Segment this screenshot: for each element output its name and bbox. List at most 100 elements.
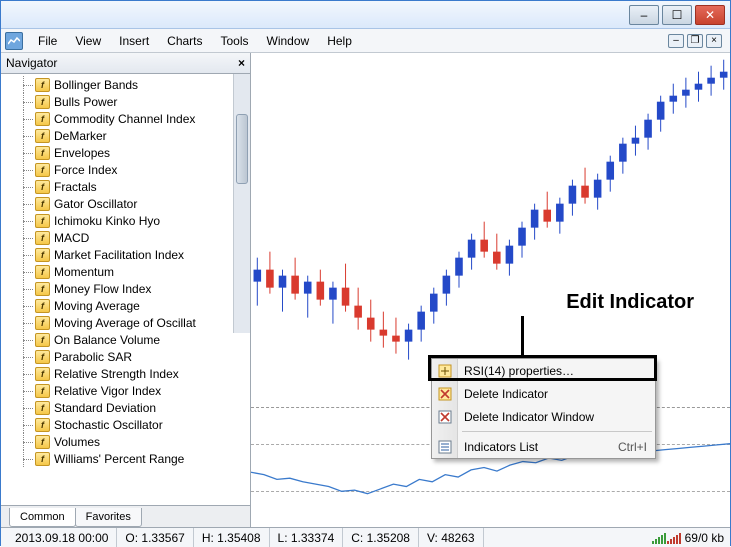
navigator-item[interactable]: f Relative Strength Index: [1, 365, 250, 382]
indicator-icon: f: [35, 282, 50, 296]
navigator-item[interactable]: f Stochastic Oscillator: [1, 416, 250, 433]
ctx-label-delete-indicator: Delete Indicator: [464, 387, 548, 401]
menu-view[interactable]: View: [66, 31, 110, 51]
navigator-item[interactable]: fMACD: [1, 229, 250, 246]
ctx-item-delete-window[interactable]: Delete Indicator Window: [432, 405, 655, 428]
app-window: – ☐ ✕ File View Insert Charts Tools Wind…: [0, 0, 731, 546]
navigator-item[interactable]: fOn Balance Volume: [1, 331, 250, 348]
indicator-icon: f: [35, 367, 50, 381]
navigator-item-label: Bollinger Bands: [54, 78, 138, 92]
navigator-item[interactable]: fParabolic SAR: [1, 348, 250, 365]
indicator-icon: f: [35, 248, 50, 262]
navigator-item[interactable]: f Money Flow Index: [1, 280, 250, 297]
navigator-item[interactable]: fMomentum: [1, 263, 250, 280]
ctx-item-properties[interactable]: RSI(14) properties…: [432, 359, 655, 382]
navigator-item[interactable]: fStandard Deviation: [1, 399, 250, 416]
ctx-label-properties: RSI(14) properties…: [464, 364, 574, 378]
ctx-item-indicators-list[interactable]: Indicators List Ctrl+I: [432, 435, 655, 458]
mdi-minimize-button[interactable]: ‒: [668, 34, 684, 48]
mdi-close-button[interactable]: ×: [706, 34, 722, 48]
indicator-icon: f: [35, 350, 50, 364]
indicator-icon: f: [35, 316, 50, 330]
connection-text: 69/0 kb: [685, 531, 724, 545]
navigator-item-label: Volumes: [54, 435, 100, 449]
status-open: O: 1.33567: [117, 528, 193, 547]
navigator-close-button[interactable]: ×: [238, 56, 245, 70]
navigator-item-label: Williams' Percent Range: [54, 452, 184, 466]
menu-charts[interactable]: Charts: [158, 31, 211, 51]
indicator-icon: f: [35, 78, 50, 92]
navigator-item[interactable]: f Moving Average of Oscillat: [1, 314, 250, 331]
navigator-item[interactable]: fDeMarker: [1, 127, 250, 144]
tab-common[interactable]: Common: [9, 508, 76, 527]
indicator-icon: f: [35, 333, 50, 347]
connection-bars-icon: [652, 532, 681, 544]
ctx-item-delete-indicator[interactable]: Delete Indicator: [432, 382, 655, 405]
navigator-item[interactable]: f Market Facilitation Index: [1, 246, 250, 263]
navigator-item-label: Relative Vigor Index: [54, 384, 161, 398]
indicator-icon: f: [35, 384, 50, 398]
navigator-item[interactable]: fCommodity Channel Index: [1, 110, 250, 127]
menu-window[interactable]: Window: [258, 31, 319, 51]
navigator-item-label: Ichimoku Kinko Hyo: [54, 214, 160, 228]
status-date: 2013.09.18 00:00: [7, 528, 117, 547]
indicator-icon: f: [35, 418, 50, 432]
mdi-restore-button[interactable]: ❐: [687, 34, 703, 48]
app-icon: [5, 32, 23, 50]
menu-help[interactable]: Help: [318, 31, 361, 51]
indicators-list-icon: [437, 439, 453, 455]
delete-window-icon: [437, 409, 453, 425]
properties-icon: [437, 363, 453, 379]
menu-tools[interactable]: Tools: [212, 31, 258, 51]
navigator-item[interactable]: fBulls Power: [1, 93, 250, 110]
navigator-item[interactable]: fWilliams' Percent Range: [1, 450, 250, 467]
window-close-button[interactable]: ✕: [695, 5, 725, 25]
navigator-item-label: Bulls Power: [54, 95, 117, 109]
annotation-connector: [521, 316, 524, 362]
navigator-item-label: Stochastic Oscillator: [54, 418, 163, 432]
indicator-icon: f: [35, 197, 50, 211]
navigator-item-label: Relative Strength Index: [54, 367, 179, 381]
navigator-item-label: Moving Average of Oscillat: [54, 316, 196, 330]
navigator-item-label: Money Flow Index: [54, 282, 151, 296]
navigator-item[interactable]: fForce Index: [1, 161, 250, 178]
scrollbar-thumb[interactable]: [236, 114, 248, 184]
ctx-label-indicators-list: Indicators List: [464, 440, 538, 454]
chart-area[interactable]: Edit Indicator RSI(14) properties… Delet…: [251, 53, 730, 527]
menu-file[interactable]: File: [29, 31, 66, 51]
navigator-item[interactable]: f Moving Average: [1, 297, 250, 314]
indicator-icon: f: [35, 214, 50, 228]
menu-insert[interactable]: Insert: [110, 31, 158, 51]
navigator-item[interactable]: f Gator Oscillator: [1, 195, 250, 212]
window-maximize-button[interactable]: ☐: [662, 5, 692, 25]
navigator-item-label: Standard Deviation: [54, 401, 156, 415]
annotation-label: Edit Indicator: [566, 291, 694, 314]
navigator-item[interactable]: f Bollinger Bands: [1, 76, 250, 93]
indicator-icon: f: [35, 146, 50, 160]
indicator-icon: f: [35, 163, 50, 177]
navigator-item[interactable]: f Envelopes: [1, 144, 250, 161]
navigator-title: Navigator: [6, 56, 57, 70]
delete-indicator-icon: [437, 386, 453, 402]
navigator-scrollbar[interactable]: [233, 74, 250, 333]
navigator-item-label: Moving Average: [54, 299, 140, 313]
navigator-item[interactable]: f Volumes: [1, 433, 250, 450]
navigator-item-label: DeMarker: [54, 129, 107, 143]
indicator-icon: f: [35, 435, 50, 449]
window-minimize-button[interactable]: –: [629, 5, 659, 25]
navigator-item-label: Envelopes: [54, 146, 110, 160]
indicator-icon: f: [35, 180, 50, 194]
indicator-icon: f: [35, 299, 50, 313]
status-volume: V: 48263: [419, 528, 484, 547]
menubar: File View Insert Charts Tools Window Hel…: [1, 29, 730, 53]
tab-favorites[interactable]: Favorites: [75, 508, 142, 527]
navigator-item-label: Gator Oscillator: [54, 197, 137, 211]
navigator-item[interactable]: f Ichimoku Kinko Hyo: [1, 212, 250, 229]
navigator-item[interactable]: fFractals: [1, 178, 250, 195]
indicator-icon: f: [35, 112, 50, 126]
navigator-item-label: Market Facilitation Index: [54, 248, 184, 262]
navigator-item[interactable]: f Relative Vigor Index: [1, 382, 250, 399]
status-bar: 2013.09.18 00:00 O: 1.33567 H: 1.35408 L…: [1, 527, 730, 547]
status-close: C: 1.35208: [343, 528, 419, 547]
maximize-icon: ☐: [672, 8, 683, 22]
